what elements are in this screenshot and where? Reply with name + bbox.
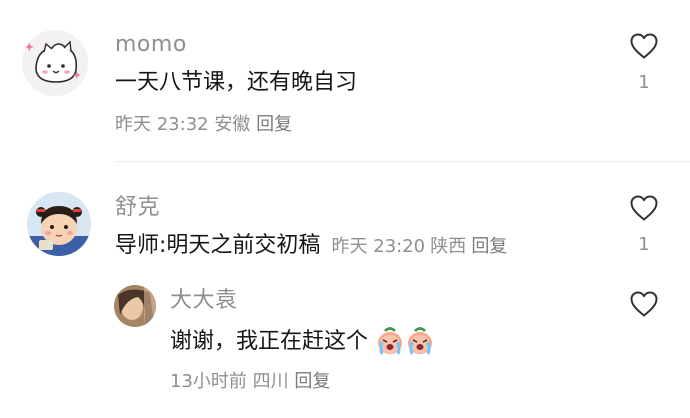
- cartoon-girl-avatar-image: [27, 192, 91, 256]
- comment-text[interactable]: 导师:明天之前交初稿: [115, 233, 320, 258]
- comment-location: 陕西: [430, 236, 467, 257]
- crying-peach-emoji-icon: [405, 326, 435, 364]
- like-count: 1: [638, 234, 650, 255]
- reply-text: 谢谢，我正在赶这个: [170, 329, 369, 354]
- comment-username[interactable]: momo: [115, 32, 187, 58]
- avatar[interactable]: [114, 285, 156, 327]
- comment-time: 昨天 23:20: [331, 236, 426, 257]
- avatar[interactable]: [27, 192, 91, 256]
- comment-meta: 昨天 23:32 安徽 回复: [115, 114, 292, 136]
- reply-time: 13小时前: [170, 371, 247, 392]
- comment-item: momo 一天八节课，还有晚自习 昨天 23:32 安徽 回复 1: [0, 0, 690, 160]
- comment-body-line: 导师:明天之前交初稿 昨天 23:20 陕西 回复: [115, 232, 507, 260]
- crying-peach-emoji-icon: [375, 326, 405, 364]
- like-count: 1: [638, 72, 650, 93]
- avatar[interactable]: [22, 30, 88, 96]
- reply-button[interactable]: 回复: [256, 114, 292, 135]
- reply-button[interactable]: 回复: [294, 371, 330, 392]
- heart-outline-icon[interactable]: [629, 32, 659, 60]
- reply-item: 大大袁 谢谢，我正在赶这个 13小时前 四川 回复: [0, 280, 690, 418]
- comment-username[interactable]: 舒克: [115, 195, 160, 221]
- reply-username[interactable]: 大大袁: [170, 288, 238, 314]
- heart-outline-icon[interactable]: [629, 194, 659, 222]
- reply-meta: 13小时前 四川 回复: [170, 371, 330, 393]
- comment-text[interactable]: 一天八节课，还有晚自习: [115, 69, 357, 97]
- heart-outline-icon[interactable]: [629, 290, 659, 318]
- reply-text-line[interactable]: 谢谢，我正在赶这个: [170, 326, 435, 364]
- comment-location: 安徽: [214, 114, 251, 135]
- comment-time: 昨天 23:32: [115, 114, 209, 135]
- reply-button[interactable]: 回复: [471, 236, 507, 257]
- cat-sticker-avatar-image: [22, 30, 88, 96]
- comment-item: 舒克 导师:明天之前交初稿 昨天 23:20 陕西 回复 1 大大袁 谢谢，我正…: [0, 162, 690, 418]
- photo-avatar-image: [114, 285, 156, 327]
- reply-location: 四川: [252, 371, 289, 392]
